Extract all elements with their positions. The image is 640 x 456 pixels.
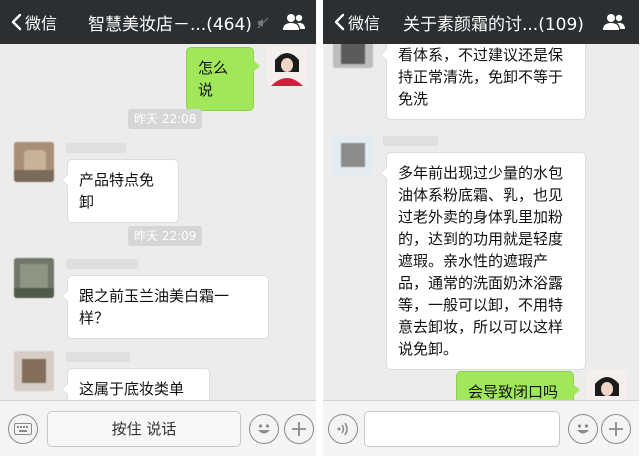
sender-nickname <box>66 143 126 153</box>
back-button[interactable]: 微信 <box>333 11 380 33</box>
right-chat-panel: 微信 关于素颜霜的讨...(109) 看体系，不过建议还是保持正常清洗，免卸不等… <box>323 0 639 456</box>
chat-header: 微信 智慧美妆店－...(464) <box>0 0 316 44</box>
hold-to-talk-button[interactable]: 按住 说话 <box>47 411 241 447</box>
sender-avatar[interactable] <box>333 135 373 175</box>
keyboard-toggle-button[interactable] <box>8 414 38 444</box>
emoji-icon <box>577 424 589 434</box>
group-members-icon[interactable] <box>603 12 625 32</box>
chat-title: 智慧美妆店－...(464) <box>88 15 252 35</box>
sender-avatar[interactable] <box>333 44 373 68</box>
input-bar <box>323 400 639 456</box>
sender-avatar[interactable] <box>14 351 54 391</box>
sender-nickname <box>66 352 130 362</box>
received-message-bubble[interactable]: 跟之前玉兰油美白霜一样？ <box>61 275 269 339</box>
mute-icon <box>257 17 269 29</box>
message-list[interactable]: 怎么说 昨天 22:08 产品特点免卸 昨天 22:09 跟之前玉兰油美白霜一样… <box>0 44 316 400</box>
message-list[interactable]: 看体系，不过建议还是保持正常清洗，免卸不等于免洗 多年前出现过少量的水包油体系粉… <box>323 44 639 400</box>
panel-divider <box>316 0 323 456</box>
chat-title: 关于素颜霜的讨...(109) <box>403 15 584 35</box>
left-chat-panel: 微信 智慧美妆店－...(464) 怎么说 昨天 22:08 产品特点免卸 昨天… <box>0 0 316 456</box>
sender-avatar[interactable] <box>14 258 54 298</box>
plus-icon <box>292 422 306 436</box>
group-members-icon[interactable] <box>283 12 305 32</box>
received-message-bubble[interactable]: 多年前出现过少量的水包油体系粉底霜、乳，也见过老外卖的身体乳里加粉的，达到的功用… <box>380 152 586 370</box>
received-message-bubble[interactable]: 产品特点免卸 <box>61 159 179 223</box>
message-input[interactable] <box>364 411 560 447</box>
sender-avatar[interactable] <box>14 142 54 182</box>
emoji-button[interactable] <box>568 414 598 444</box>
plus-icon <box>609 422 623 436</box>
timestamp: 昨天 22:09 <box>128 226 203 246</box>
back-button[interactable]: 微信 <box>10 11 57 33</box>
sender-nickname <box>66 259 138 269</box>
timestamp: 昨天 22:08 <box>128 109 203 129</box>
sender-nickname <box>383 136 438 146</box>
keyboard-icon <box>14 423 32 435</box>
more-button[interactable] <box>284 414 314 444</box>
back-label: 微信 <box>25 14 58 33</box>
emoji-icon <box>258 424 270 434</box>
chat-header: 微信 关于素颜霜的讨...(109) <box>323 0 639 44</box>
voice-toggle-button[interactable] <box>328 414 358 444</box>
input-bar: 按住 说话 <box>0 400 316 456</box>
emoji-button[interactable] <box>249 414 279 444</box>
sent-message-bubble[interactable]: 会导致闭口吗 <box>456 371 580 400</box>
received-message-bubble[interactable]: 看体系，不过建议还是保持正常清洗，免卸不等于免洗 <box>380 44 586 120</box>
back-label: 微信 <box>348 14 381 33</box>
my-avatar[interactable] <box>267 46 307 86</box>
more-button[interactable] <box>601 414 631 444</box>
my-avatar[interactable] <box>587 370 627 400</box>
voice-icon <box>337 422 348 436</box>
sent-message-bubble[interactable]: 怎么说 <box>186 47 260 111</box>
received-message-bubble[interactable]: 这属于底妆类单品 <box>61 368 210 400</box>
chevron-left-icon <box>11 13 22 31</box>
chevron-left-icon <box>334 13 345 31</box>
